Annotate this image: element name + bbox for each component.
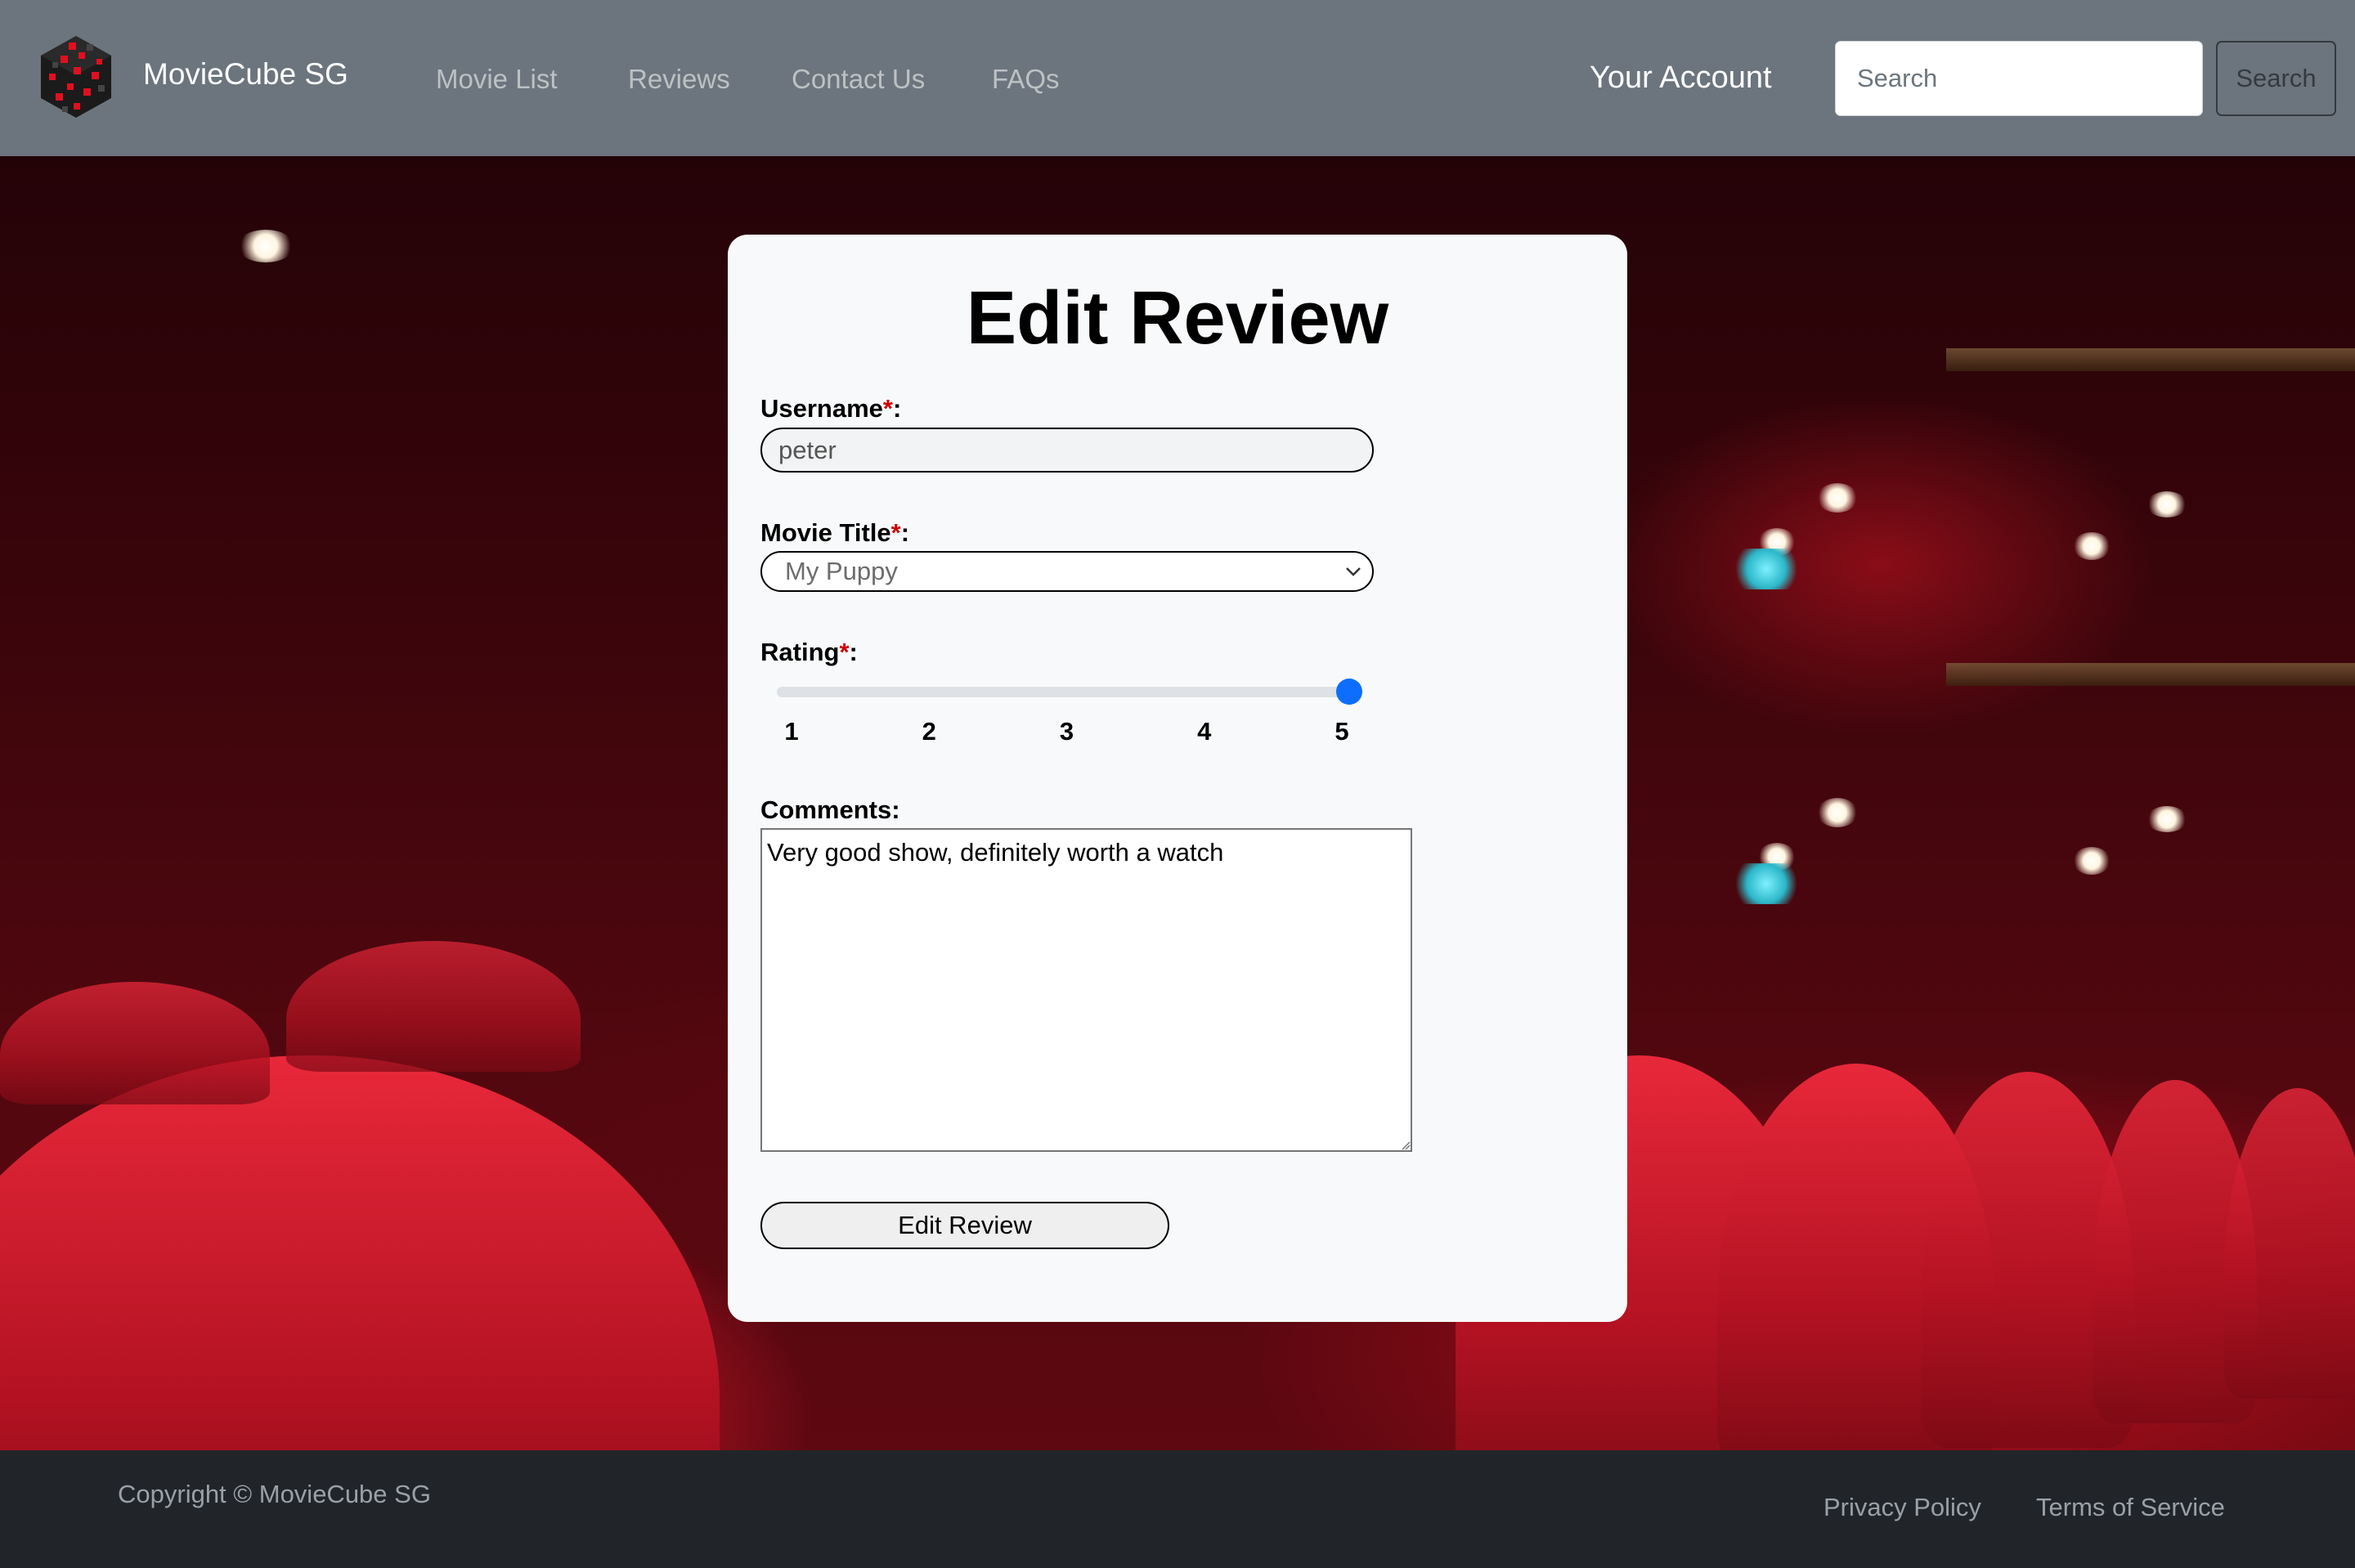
footer: Copyright © MovieCube SG Privacy Policy … xyxy=(0,1450,2355,1568)
required-marker: * xyxy=(890,518,901,547)
nav-link-contact-us[interactable]: Contact Us xyxy=(792,64,925,95)
edit-review-card: Edit Review Username*: Movie Title*: My … xyxy=(728,235,1627,1322)
chevron-down-icon xyxy=(1346,567,1361,576)
search-input[interactable] xyxy=(1835,41,2203,116)
movie-title-select[interactable]: My Puppy xyxy=(760,551,1374,592)
seat-decoration xyxy=(286,941,581,1072)
red-cube-logo-icon[interactable] xyxy=(38,34,114,119)
seat-decoration xyxy=(0,1055,720,1450)
brand-name[interactable]: MovieCube SG xyxy=(143,57,348,92)
ceiling-light-decoration xyxy=(2073,532,2111,560)
privacy-policy-link[interactable]: Privacy Policy xyxy=(1823,1493,1981,1522)
terms-of-service-link[interactable]: Terms of Service xyxy=(2036,1493,2225,1522)
top-navbar: MovieCube SG Movie List Reviews Contact … xyxy=(0,0,2355,156)
balcony-decoration xyxy=(1946,348,2355,371)
brand[interactable]: MovieCube SG xyxy=(38,34,348,119)
rating-slider-fill xyxy=(777,687,1349,697)
rating-label: Rating*: xyxy=(760,638,858,666)
ceiling-light-decoration xyxy=(2146,491,2187,517)
page-title: Edit Review xyxy=(966,276,1389,360)
rating-tick: 4 xyxy=(1197,717,1212,746)
comments-label: Comments: xyxy=(760,795,900,824)
ceiling-light-decoration xyxy=(1817,798,1858,827)
copyright-text: Copyright © MovieCube SG xyxy=(118,1480,431,1508)
username-label: Username*: xyxy=(760,394,902,423)
ceiling-light-decoration xyxy=(2146,806,2187,832)
seat-decoration xyxy=(2224,1088,2355,1399)
required-marker: * xyxy=(882,394,893,423)
nav-link-faqs[interactable]: FAQs xyxy=(992,64,1060,95)
comments-textarea[interactable]: Very good show, definitely worth a watch xyxy=(760,828,1412,1152)
ceiling-light-decoration xyxy=(1817,483,1858,513)
rating-tick: 1 xyxy=(784,717,799,746)
rating-tick: 5 xyxy=(1334,717,1349,746)
resize-grip-icon[interactable] xyxy=(1401,1140,1411,1150)
your-account-link[interactable]: Your Account xyxy=(1590,60,1772,96)
rating-slider-thumb[interactable] xyxy=(1336,679,1362,705)
ceiling-light-decoration xyxy=(237,230,294,262)
nav-link-reviews[interactable]: Reviews xyxy=(628,64,730,95)
ceiling-light-decoration xyxy=(2073,847,2111,875)
edit-review-submit-button[interactable]: Edit Review xyxy=(760,1202,1169,1249)
balcony-decoration xyxy=(1946,663,2355,686)
seat-decoration xyxy=(0,982,270,1104)
username-field[interactable] xyxy=(760,428,1374,473)
required-marker: * xyxy=(839,638,850,666)
exit-light-decoration xyxy=(1734,549,1799,589)
search-button[interactable]: Search xyxy=(2216,41,2336,116)
rating-tick: 3 xyxy=(1059,717,1074,746)
exit-light-decoration xyxy=(1734,863,1799,904)
movie-title-label: Movie Title*: xyxy=(760,518,910,547)
rating-slider-track[interactable] xyxy=(777,687,1349,697)
nav-link-movie-list[interactable]: Movie List xyxy=(436,64,558,95)
rating-tick: 2 xyxy=(922,717,936,746)
movie-title-selected: My Puppy xyxy=(785,557,898,585)
